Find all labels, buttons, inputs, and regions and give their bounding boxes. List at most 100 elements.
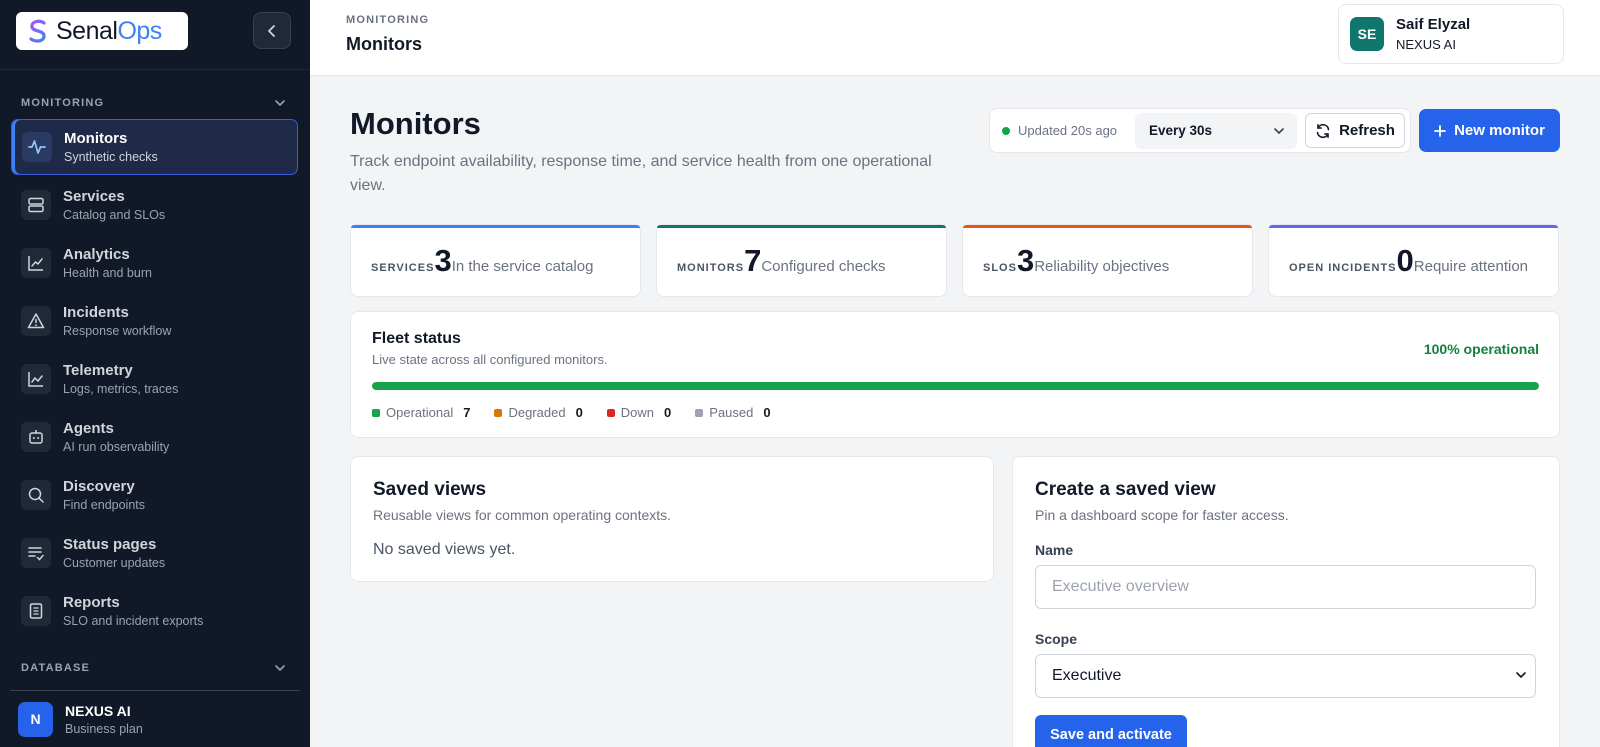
legend-swatch [606,408,615,417]
legend-swatch [695,408,704,417]
avatar: SE [1350,17,1384,51]
refresh-button[interactable]: Refresh [1305,113,1405,148]
sidebar-item-services[interactable]: Services Catalog and SLOs [11,177,298,233]
scope-select[interactable]: Executive [1035,654,1536,698]
legend-swatch [372,408,380,417]
legend-count: 7 [463,405,471,420]
create-view-title: Create a saved view [1035,479,1216,500]
chart-icon [21,364,51,394]
nav-subtitle: Customer updates [63,556,166,570]
fleet-percent: 100% operational [1423,341,1539,357]
search-icon [21,480,51,510]
updated-status: Updated 20s ago [1002,123,1117,138]
updated-text: Updated 20s ago [1018,123,1118,138]
saved-views-empty: No saved views yet. [373,541,516,558]
nav-subtitle: Health and burn [63,266,152,280]
create-view-subtitle: Pin a dashboard scope for faster access. [1035,507,1289,523]
sidebar: SenalOps MONITORING Monitors Synthetic ch… [0,0,310,747]
nav-subtitle: Synthetic checks [64,150,158,164]
nav-subtitle: Catalog and SLOs [63,208,166,222]
nav-title: Services [63,188,125,205]
collapse-sidebar-button[interactable] [253,12,291,49]
sidebar-item-monitors[interactable]: Monitors Synthetic checks [11,119,298,175]
fleet-status-panel: Fleet status Live state across all confi… [350,311,1560,438]
chevron-down-icon [1274,128,1284,135]
sidebar-item-telemetry[interactable]: Telemetry Logs, metrics, traces [11,351,298,407]
org-name: NEXUS AI [65,702,131,719]
new-monitor-button[interactable]: New monitor [1419,109,1560,152]
nav-subtitle: AI run observability [63,440,170,454]
section-monitoring[interactable]: MONITORING [21,97,286,109]
nav-title: Discovery [63,478,135,495]
line-chart-icon [21,248,51,278]
legend-count: 0 [763,405,771,420]
scope-value: Executive [1052,667,1122,684]
legend-label: Paused [709,405,754,420]
legend-count: 0 [664,405,672,420]
logo-icon [29,19,46,43]
new-monitor-label: New monitor [1454,122,1545,139]
stat-label: SLOS [983,262,1017,274]
name-label: Name [1035,542,1074,558]
sidebar-item-agents[interactable]: Agents AI run observability [11,409,298,465]
fleet-subtitle: Live state across all configured monitor… [372,352,608,367]
org-switcher[interactable]: N NEXUS AI Business plan [10,690,300,747]
fleet-legend: Operational 7 Degraded 0 Down 0 Paused 0 [372,405,771,420]
org-avatar: N [18,701,53,737]
nav-subtitle: SLO and incident exports [63,614,204,628]
sidebar-item-status-pages[interactable]: Status pages Customer updates [11,525,298,581]
page-description: Track endpoint availability, response ti… [350,153,932,194]
user-menu[interactable]: SE Saif Elyzal NEXUS AI [1338,4,1564,64]
sidebar-item-reports[interactable]: Reports SLO and incident exports [11,583,298,639]
org-plan: Business plan [65,721,143,736]
legend-item-paused: Paused 0 [695,405,771,420]
refresh-label: Refresh [1339,122,1395,139]
interval-value: Every 30s [1149,123,1213,138]
topbar-title: Monitors [346,34,422,54]
chevron-down-icon [1516,672,1526,679]
nav-title: Analytics [63,246,130,263]
sidebar-item-discovery[interactable]: Discovery Find endpoints [11,467,298,523]
stat-value: 0 [1396,243,1414,278]
breadcrumb: MONITORING [346,14,430,26]
chevron-left-icon [268,24,275,37]
alert-triangle-icon [21,306,51,336]
fleet-title: Fleet status [372,330,461,347]
chevron-down-icon [275,665,285,672]
name-field[interactable]: Executive overview [1035,565,1536,609]
legend-item-operational: Operational 7 [372,405,470,420]
brand-logo[interactable]: SenalOps [16,12,188,50]
stat-card-services: SERVICES 3 In the service catalog [350,224,641,297]
status-dot [1002,126,1010,135]
stat-value: 3 [434,243,452,278]
fleet-progress-bar [372,382,1539,390]
stat-value: 3 [1016,243,1035,278]
stat-description: Configured checks [761,258,886,275]
user-org: NEXUS AI [1396,37,1456,52]
fleet-progress-fill [372,382,1539,390]
stat-value: 7 [744,243,762,278]
nav-title: Agents [63,420,114,437]
nav-subtitle: Response workflow [63,324,172,338]
legend-count: 0 [575,405,583,420]
stat-label: SERVICES [371,262,435,274]
refresh-interval-select[interactable]: Every 30s [1135,113,1297,149]
refresh-icon [1316,123,1330,138]
section-database[interactable]: DATABASE [21,662,286,674]
nav-title: Monitors [64,130,128,147]
stat-card-slos: SLOS 3 Reliability objectives [962,224,1253,297]
list-check-icon [21,538,51,568]
document-icon [21,596,51,626]
legend-label: Down [620,405,655,420]
sidebar-item-analytics[interactable]: Analytics Health and burn [11,235,298,291]
section-monitoring-label: MONITORING [21,97,105,109]
topbar: MONITORING Monitors SE Saif Elyzal NEXUS… [310,0,1600,76]
nav-title: Incidents [63,304,129,321]
sidebar-item-incidents[interactable]: Incidents Response workflow [11,293,298,349]
nav-title: Reports [63,594,120,611]
legend-swatch [494,408,503,417]
save-and-activate-button[interactable]: Save and activate [1035,715,1187,747]
legend-label: Operational [386,405,454,420]
legend-label: Degraded [508,405,566,420]
stat-description: Reliability objectives [1034,258,1170,275]
